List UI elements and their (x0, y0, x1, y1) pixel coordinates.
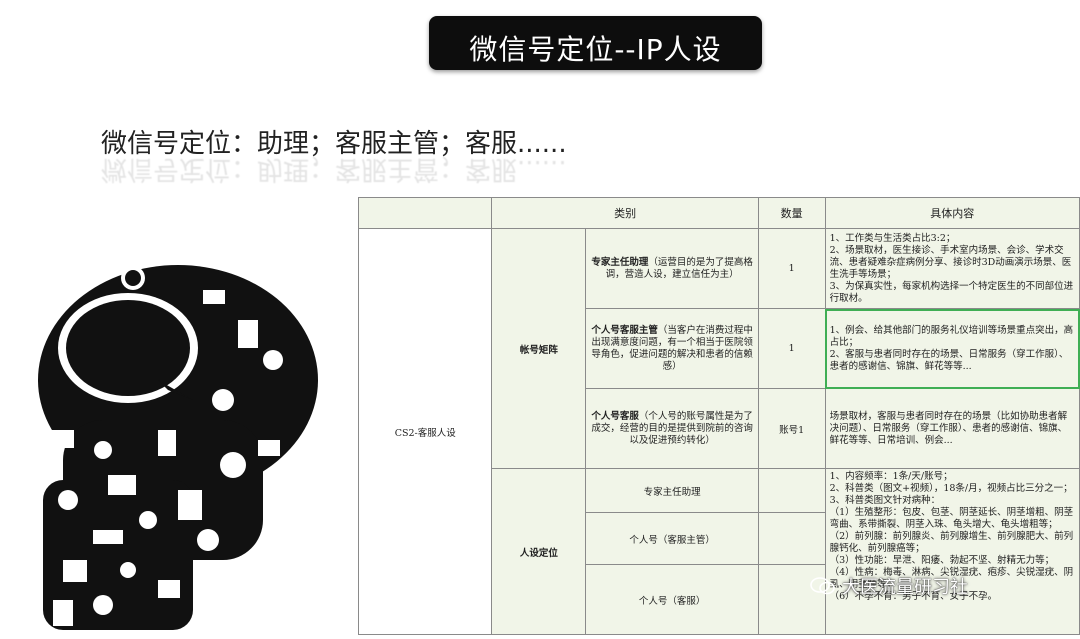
cell-role: 个人号客服（个人号的账号属性是为了成交，经营的目的是提供到院前的咨询以及促进预约… (585, 388, 759, 469)
cell-role: 专家主任助理 (585, 468, 759, 513)
watermark-text: 大医流量研习社 (842, 577, 968, 598)
cell-count: 账号1 (757, 388, 826, 469)
header-category: 类别 (491, 197, 759, 229)
cell-count: 1 (757, 228, 826, 309)
cell-group-matrix: 帐号矩阵 (491, 228, 587, 469)
header-content: 具体内容 (824, 197, 1080, 229)
head-icon-collage (38, 265, 318, 630)
page-title: 微信号定位--IP人设 (469, 33, 722, 66)
cell-group-persona: 人设定位 (491, 468, 587, 635)
cell-role: 个人号（客服） (585, 564, 759, 635)
cell-count: 1 (757, 308, 826, 389)
cell-role: 个人号（客服主管） (585, 512, 759, 565)
watermark: 大医流量研习社 (810, 573, 968, 599)
header-count: 数量 (757, 197, 826, 229)
wechat-icon (810, 577, 835, 595)
cell-role: 专家主任助理（运营目的是为了提高格调，营造人设，建立信任为主） (585, 228, 759, 309)
cell-count (757, 512, 826, 565)
cell-role: 个人号客服主管（当客户在消费过程中出现满意度问题，有一个相当于医院领导角色，促进… (585, 308, 759, 389)
header-blank (358, 197, 493, 229)
cell-content: 1、内容频率：1条/天/账号； 2、科普类（图文+视频），18条/月，视频占比三… (824, 468, 1080, 635)
cell-content: 场景取材，客服与患者同时存在的场景（比如协助患者解决问题）、日常服务（穿工作服）… (824, 388, 1080, 469)
cell-content: 1、工作类与生活类占比3:2； 2、场景取材，医生接诊、手术室内场景、会诊、学术… (824, 228, 1080, 309)
subtitle-reflection: 微信号定位：助理；客服主管；客服...... (101, 154, 567, 184)
cell-section: CS2-客服人设 (358, 228, 493, 635)
content-table: 类别 数量 具体内容 CS2-客服人设 帐号矩阵 专家主任助理（运营目的是为了提… (358, 197, 1080, 639)
cell-count (757, 468, 826, 513)
cell-content-selected[interactable]: 1、例会、给其他部门的服务礼仪培训等场景重点突出，高占比； 2、客服与患者同时存… (824, 308, 1080, 389)
title-banner: 微信号定位--IP人设 (429, 16, 762, 70)
